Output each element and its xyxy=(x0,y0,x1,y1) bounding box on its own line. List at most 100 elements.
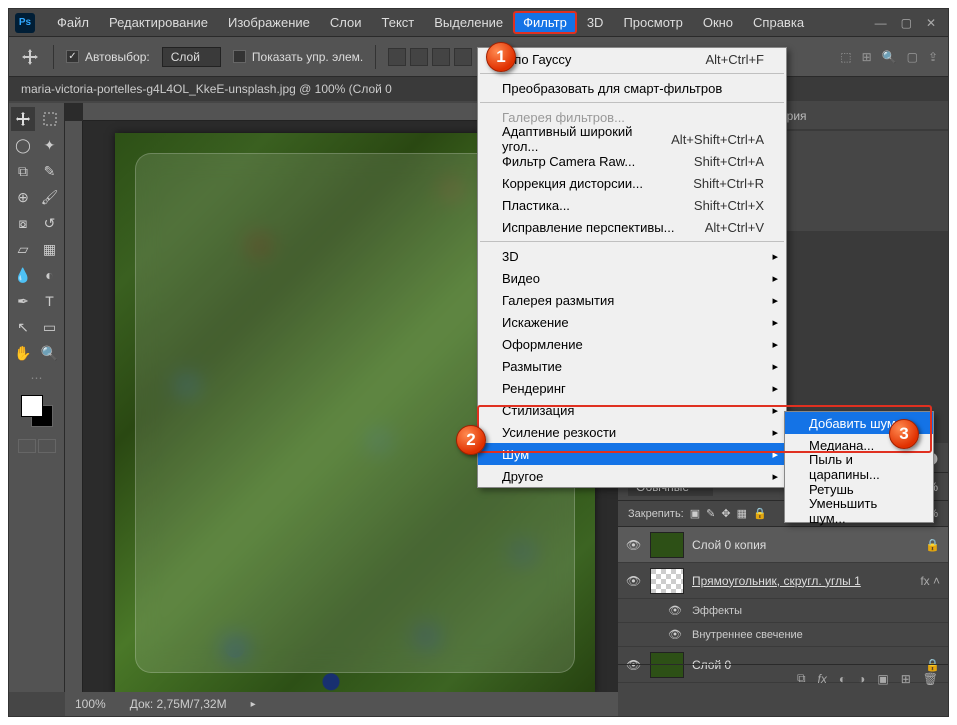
lock-brush-icon[interactable]: ✎ xyxy=(706,507,715,520)
zoom-level[interactable]: 100% xyxy=(75,697,106,711)
move-tool[interactable] xyxy=(11,107,35,131)
shape-tool[interactable]: ▭ xyxy=(38,315,62,339)
tool-more-icon[interactable]: ⋯ xyxy=(31,371,43,385)
visibility-icon[interactable]: 👁 xyxy=(626,574,642,588)
menu-type[interactable]: Текст xyxy=(372,11,425,34)
show-controls-checkbox[interactable]: Показать упр. элем. xyxy=(233,50,363,64)
toolbox: ◯ ✦ ⧉ ✎ ⊕ 🖌 ⧇ ↺ ▱ ▦ 💧 ◐ ✒ T ↖ ▭ ✋ 🔍 ⋯ xyxy=(9,103,65,692)
mask-icon[interactable]: ◐ xyxy=(839,672,846,686)
filter-video[interactable]: Видео xyxy=(478,267,786,289)
layer-name[interactable]: Прямоугольник, скругл. углы 1 xyxy=(692,574,861,588)
lock-move-icon[interactable]: ✥ xyxy=(721,507,730,520)
menu-edit[interactable]: Редактирование xyxy=(99,11,218,34)
eraser-tool[interactable]: ▱ xyxy=(11,237,35,261)
share-icon[interactable]: ⇪ xyxy=(928,50,938,64)
lock-image-icon[interactable]: ▣ xyxy=(690,507,700,520)
brush-tool[interactable]: 🖌 xyxy=(38,185,62,209)
search-icon[interactable]: 🔍 xyxy=(882,50,897,64)
filter-noise[interactable]: Шум xyxy=(478,443,786,465)
stamp-tool[interactable]: ⧇ xyxy=(11,211,35,235)
maximize-icon[interactable]: ▢ xyxy=(901,16,912,30)
gpu-icon[interactable]: ▢ xyxy=(907,50,918,64)
type-tool[interactable]: T xyxy=(38,289,62,313)
eyedropper-tool[interactable]: ✎ xyxy=(38,159,62,183)
minimize-icon[interactable]: — xyxy=(875,16,887,30)
delete-layer-icon[interactable]: 🗑 xyxy=(923,672,938,686)
gradient-tool[interactable]: ▦ xyxy=(38,237,62,261)
fx-icon[interactable]: fx ˄ xyxy=(920,574,940,588)
adjustment-icon[interactable]: ◑ xyxy=(858,672,865,686)
layer-effects-row[interactable]: 👁Эффекты xyxy=(618,599,948,623)
autoselect-mode-select[interactable]: Слой xyxy=(162,47,221,67)
callout-2: 2 xyxy=(456,425,486,455)
group-icon[interactable]: ▣ xyxy=(877,672,888,686)
zoom-tool[interactable]: 🔍 xyxy=(38,341,62,365)
color-swatches[interactable] xyxy=(21,395,53,427)
filter-smart[interactable]: Преобразовать для смарт-фильтров xyxy=(478,77,786,99)
autoselect-checkbox[interactable]: ✓ Автовыбор: xyxy=(66,50,150,64)
callout-1: 1 xyxy=(486,42,516,72)
arrange-grid-icon[interactable]: ⊞ xyxy=(862,50,872,64)
filter-lens[interactable]: Коррекция дисторсии...Shift+Ctrl+R xyxy=(478,172,786,194)
filter-blur[interactable]: Размытие xyxy=(478,355,786,377)
menu-window[interactable]: Окно xyxy=(693,11,743,34)
visibility-icon[interactable]: 👁 xyxy=(626,538,642,552)
filter-stylize[interactable]: Стилизация xyxy=(478,399,786,421)
filter-other[interactable]: Другое xyxy=(478,465,786,487)
menu-file[interactable]: Файл xyxy=(47,11,99,34)
dodge-tool[interactable]: ◐ xyxy=(38,263,62,287)
layer-effect-inner-glow[interactable]: 👁Внутреннее свечение xyxy=(618,623,948,647)
menu-3d[interactable]: 3D xyxy=(577,11,614,34)
layer-row[interactable]: 👁 Прямоугольник, скругл. углы 1 fx ˄ xyxy=(618,563,948,599)
doc-info[interactable]: Док: 2,75M/7,32M xyxy=(130,697,227,711)
lock-all-icon[interactable]: 🔒 xyxy=(753,507,767,520)
align-buttons[interactable] xyxy=(388,48,472,66)
history-brush-tool[interactable]: ↺ xyxy=(38,211,62,235)
marquee-tool[interactable] xyxy=(38,107,62,131)
callout-3: 3 xyxy=(889,419,919,449)
mask-mode-toggle[interactable] xyxy=(18,439,56,453)
link-layers-icon[interactable]: ⧉ xyxy=(797,671,806,686)
fx-button-icon[interactable]: fx xyxy=(818,672,827,686)
hand-tool[interactable]: ✋ xyxy=(11,341,35,365)
layer-name[interactable]: Слой 0 копия xyxy=(692,538,766,552)
new-layer-icon[interactable]: ⊞ xyxy=(901,672,911,686)
menu-layer[interactable]: Слои xyxy=(320,11,372,34)
filter-sharpen[interactable]: Усиление резкости xyxy=(478,421,786,443)
filter-render[interactable]: Рендеринг xyxy=(478,377,786,399)
layers-footer: ⧉ fx ◐ ◑ ▣ ⊞ 🗑 xyxy=(618,664,948,692)
photoshop-logo-icon: Ps xyxy=(15,13,35,33)
noise-reduce[interactable]: Уменьшить шум... xyxy=(785,500,933,522)
filter-wideangle[interactable]: Адаптивный широкий угол...Alt+Shift+Ctrl… xyxy=(478,128,786,150)
lock-artboard-icon[interactable]: ▦ xyxy=(737,507,747,520)
crop-tool[interactable]: ⧉ xyxy=(11,159,35,183)
pen-tool[interactable]: ✒ xyxy=(11,289,35,313)
heal-tool[interactable]: ⊕ xyxy=(11,185,35,209)
filter-3d[interactable]: 3D xyxy=(478,245,786,267)
layer-row[interactable]: 👁 Слой 0 копия 🔒 xyxy=(618,527,948,563)
arrange-3d-icon[interactable]: ⬚ xyxy=(840,50,851,64)
path-tool[interactable]: ↖ xyxy=(11,315,35,339)
menu-image[interactable]: Изображение xyxy=(218,11,320,34)
filter-vanish[interactable]: Исправление перспективы...Alt+Ctrl+V xyxy=(478,216,786,238)
filter-distort[interactable]: Искажение xyxy=(478,311,786,333)
fg-color-swatch[interactable] xyxy=(21,395,43,417)
lasso-tool[interactable]: ◯ xyxy=(11,133,35,157)
close-icon[interactable]: ✕ xyxy=(926,16,936,30)
wand-tool[interactable]: ✦ xyxy=(38,133,62,157)
filter-pixelate[interactable]: Оформление xyxy=(478,333,786,355)
menu-view[interactable]: Просмотр xyxy=(613,11,692,34)
app-window: Ps Файл Редактирование Изображение Слои … xyxy=(8,8,949,717)
filter-blur-gallery[interactable]: Галерея размытия xyxy=(478,289,786,311)
menu-help[interactable]: Справка xyxy=(743,11,814,34)
menu-filter[interactable]: Фильтр xyxy=(513,11,577,34)
filter-liquify[interactable]: Пластика...Shift+Ctrl+X xyxy=(478,194,786,216)
menu-select[interactable]: Выделение xyxy=(424,11,513,34)
layer-thumb xyxy=(650,532,684,558)
lock-icon[interactable]: 🔒 xyxy=(925,538,940,552)
filter-cameraraw[interactable]: Фильтр Camera Raw...Shift+Ctrl+A xyxy=(478,150,786,172)
noise-dust[interactable]: Пыль и царапины... xyxy=(785,456,933,478)
blur-tool[interactable]: 💧 xyxy=(11,263,35,287)
move-tool-icon xyxy=(19,46,41,68)
filter-last[interactable]: Р по ГауссуAlt+Ctrl+F xyxy=(478,48,786,70)
